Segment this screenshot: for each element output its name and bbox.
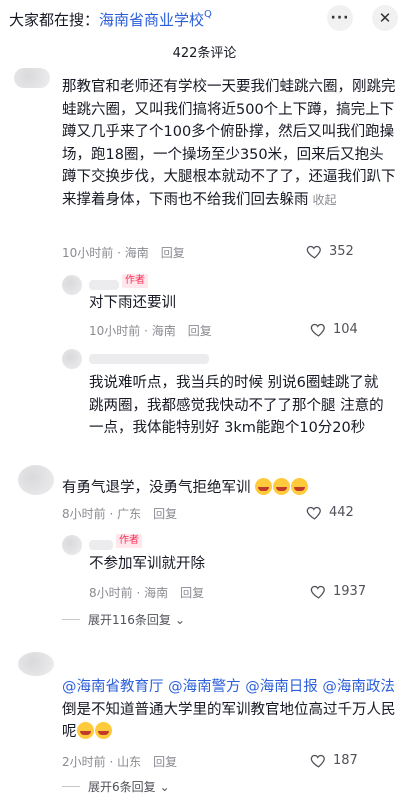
search-suggestion[interactable]: 大家都在搜：海南省商业学校Q [9, 9, 212, 30]
search-prefix: 大家都在搜： [9, 11, 100, 29]
author-badge: 作者 [122, 274, 148, 288]
avatar[interactable] [14, 68, 50, 88]
comment-time: 10小时前 · 海南 [89, 324, 176, 338]
mention-link[interactable]: @海南政法 [322, 679, 395, 695]
comment-time: 8小时前 · 海南 [89, 586, 169, 600]
reply-button[interactable]: 回复 [188, 324, 212, 338]
comment-meta: 8小时前 · 广东 回复 [62, 505, 177, 522]
like-button[interactable]: 1937 [310, 583, 366, 600]
username[interactable] [89, 354, 209, 364]
top-bar: 大家都在搜：海南省商业学校Q ··· ✕ [0, 0, 409, 36]
heart-icon [310, 585, 325, 599]
expand-replies-button[interactable]: 展开116条回复 ⌄ [62, 611, 185, 628]
reply-button[interactable]: 回复 [161, 246, 185, 260]
username[interactable] [89, 540, 113, 550]
comment-meta: 8小时前 · 海南 回复 [89, 584, 204, 601]
divider [62, 786, 80, 787]
mention-link[interactable]: @海南省教育厅 [62, 679, 164, 695]
chevron-down-icon: ⌄ [159, 779, 170, 794]
comment-text: 我说难听点，我当兵的时候 别说6圈蛙跳了就跳两圈，我都感觉我快动不了了那个腿 注… [89, 375, 384, 436]
avatar[interactable] [18, 652, 54, 676]
heart-icon [306, 506, 321, 520]
like-button[interactable]: 187 [310, 752, 358, 769]
more-icon[interactable]: ··· [327, 5, 353, 31]
like-count: 187 [333, 753, 358, 768]
avatar[interactable] [62, 349, 82, 369]
comment-meta: 10小时前 · 海南 回复 [62, 244, 185, 261]
search-keyword[interactable]: 海南省商业学校 [99, 11, 204, 29]
crying-emoji [291, 478, 309, 495]
comment-count: 422条评论 [172, 46, 237, 61]
like-count: 1937 [333, 584, 367, 599]
reply-button[interactable]: 回复 [153, 507, 177, 521]
mention-link[interactable]: @海南日报 [245, 679, 318, 695]
expand-label: 展开116条回复 [88, 613, 171, 627]
crying-emoji [255, 478, 273, 495]
comment-text: 那教官和老师还有学校一天要我们蛙跳六圈，刚跳完蛙跳六圈，又叫我们搞将近500个上… [62, 79, 396, 208]
like-count: 352 [329, 244, 354, 259]
like-button[interactable]: 442 [306, 504, 354, 521]
heart-icon [310, 754, 325, 768]
like-count: 442 [329, 505, 354, 520]
expand-label: 展开6条回复 [88, 780, 156, 794]
like-button[interactable]: 104 [310, 321, 358, 338]
comment-text: @海南省教育厅 @海南警方 @海南日报 @海南政法 倒是不知道普通大学里的军训教… [62, 679, 396, 740]
like-count: 104 [333, 322, 358, 337]
crying-emoji [94, 722, 112, 739]
like-button[interactable]: 352 [306, 243, 354, 260]
username[interactable] [89, 280, 119, 290]
reply-button[interactable]: 回复 [153, 755, 177, 769]
close-icon[interactable]: ✕ [372, 5, 398, 31]
collapse-link[interactable]: 收起 [313, 193, 337, 207]
comment-meta: 10小时前 · 海南 回复 [89, 322, 212, 339]
comment-time: 8小时前 · 广东 [62, 507, 142, 521]
comment-meta: 2小时前 · 山东 回复 [62, 753, 177, 770]
avatar[interactable] [62, 535, 82, 555]
comment-text: 有勇气退学，没勇气拒绝军训 [62, 477, 397, 500]
heart-icon [306, 245, 321, 259]
comment-text: 对下雨还要训 [89, 295, 176, 311]
avatar[interactable] [18, 465, 54, 495]
avatar[interactable] [62, 275, 82, 295]
crying-emoji [76, 722, 94, 739]
comment-time: 2小时前 · 山东 [62, 755, 142, 769]
reply-button[interactable]: 回复 [180, 586, 204, 600]
mention-link[interactable]: @海南警方 [168, 679, 241, 695]
crying-emoji [273, 478, 291, 495]
comment-text: 不参加军训就开除 [89, 556, 205, 572]
expand-replies-button[interactable]: 展开6条回复 ⌄ [62, 778, 170, 795]
author-badge: 作者 [116, 534, 142, 548]
comment-time: 10小时前 · 海南 [62, 246, 149, 260]
chevron-down-icon: ⌄ [174, 612, 185, 627]
divider [62, 619, 80, 620]
search-icon: Q [204, 9, 212, 20]
heart-icon [310, 323, 325, 337]
